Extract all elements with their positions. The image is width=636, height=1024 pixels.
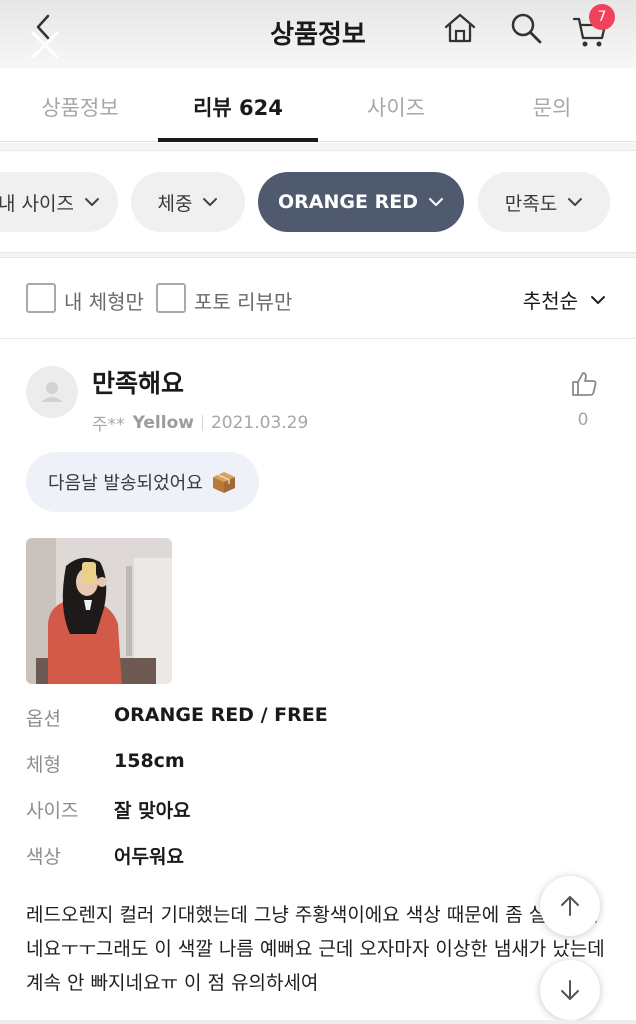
arrow-up-icon	[561, 896, 579, 916]
review-body: 레드오렌지 컬러 기대했는데 그냥 주황색이에요 색상 때문에 좀 실망스럽네요…	[26, 904, 605, 994]
spec-value: 158cm	[114, 750, 185, 772]
scroll-up-button[interactable]	[540, 876, 600, 936]
spec-key: 체형	[26, 754, 61, 776]
filter-chip-label: ORANGE RED	[278, 191, 418, 213]
bottom-divider	[0, 1020, 636, 1024]
home-icon[interactable]	[442, 10, 478, 46]
photo-only-checkbox[interactable]	[156, 283, 186, 313]
spec-row-color: 색상 어두워요	[26, 842, 586, 872]
filter-chip-label: 내 사이즈	[0, 192, 74, 215]
chevron-down-icon	[428, 198, 443, 206]
review-option-color: Yellow	[132, 412, 194, 433]
search-icon[interactable]	[508, 10, 544, 46]
photo-only-label[interactable]: 포토 리뷰만	[194, 286, 292, 315]
thumbs-up-icon[interactable]	[570, 370, 598, 398]
tab-size[interactable]: 사이즈	[346, 92, 446, 122]
chevron-down-icon	[591, 295, 605, 304]
filter-options-row: 내 체형만 포토 리뷰만 추천순	[0, 259, 636, 339]
chevron-down-icon	[84, 198, 99, 206]
filter-chip-row: 내 사이즈 체중 ORANGE RED 만족도	[0, 152, 636, 252]
sort-label: 추천순	[522, 289, 578, 313]
spec-key: 옵션	[26, 708, 61, 730]
filter-chip-weight[interactable]: 체중	[131, 172, 245, 232]
spec-value: 어두워요	[114, 846, 184, 868]
filter-chip-label: 만족도	[504, 192, 558, 215]
user-icon	[41, 382, 63, 402]
filter-chip-my-size[interactable]: 내 사이즈	[0, 172, 118, 232]
spec-row-option: 옵션 ORANGE RED / FREE	[26, 704, 586, 734]
chevron-down-icon	[203, 198, 218, 206]
sort-dropdown[interactable]: 추천순	[523, 285, 606, 314]
spec-value: ORANGE RED / FREE	[114, 704, 328, 726]
my-body-checkbox[interactable]	[26, 283, 56, 313]
review-date: 2021.03.29	[210, 412, 309, 433]
tab-inquiry[interactable]: 문의	[500, 92, 604, 122]
chevron-down-icon	[568, 198, 583, 206]
filter-chip-color[interactable]: ORANGE RED	[258, 172, 464, 232]
arrow-down-icon	[561, 980, 579, 1000]
review-title: 만족해요	[92, 369, 185, 398]
spec-row-size: 사이즈 잘 맞아요	[26, 796, 586, 826]
tab-bar: 상품정보 리뷰 624 사이즈 문의	[0, 68, 636, 142]
spec-key: 색상	[26, 846, 61, 868]
review-meta: 주** Yellow 2021.03.29	[92, 410, 309, 436]
review-author: 주**	[92, 415, 125, 435]
tab-product-info[interactable]: 상품정보	[30, 92, 130, 122]
active-tab-indicator	[158, 138, 318, 142]
review-photo-image	[26, 538, 172, 684]
top-header: 상품정보 7	[0, 0, 636, 68]
review-photo[interactable]	[26, 538, 172, 684]
box-icon	[212, 472, 235, 493]
spec-key: 사이즈	[26, 800, 79, 822]
meta-divider	[201, 414, 203, 431]
tab-reviews[interactable]: 리뷰 624	[168, 92, 308, 122]
spec-row-body: 체형 158cm	[26, 750, 586, 780]
scroll-down-button[interactable]	[540, 960, 600, 1020]
my-body-label[interactable]: 내 체형만	[64, 286, 144, 315]
section-divider	[0, 143, 636, 151]
cart-count-badge: 7	[589, 4, 615, 30]
like-count: 0	[577, 410, 589, 430]
section-divider	[0, 252, 636, 258]
avatar	[26, 366, 78, 418]
filter-chip-label: 체중	[157, 192, 193, 215]
filter-chip-satisfaction[interactable]: 만족도	[478, 172, 610, 232]
review-tag: 다음날 발송되었어요	[26, 452, 259, 512]
review-tag-label: 다음날 발송되었어요	[48, 473, 203, 494]
spec-value: 잘 맞아요	[114, 800, 191, 822]
